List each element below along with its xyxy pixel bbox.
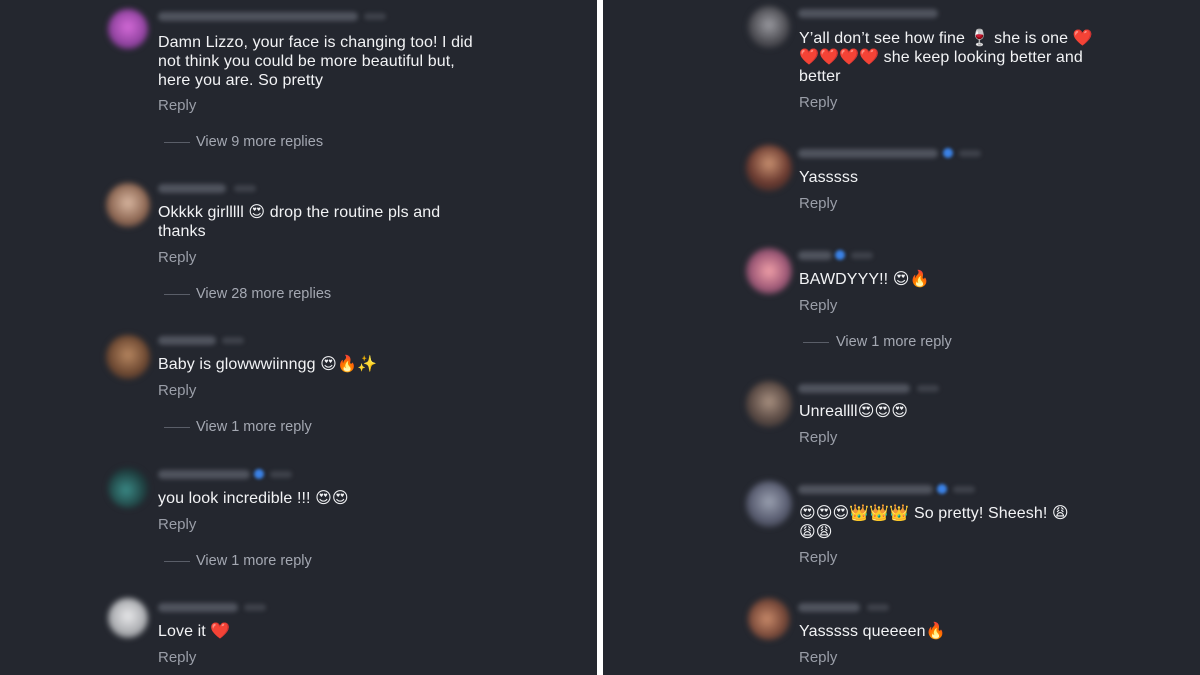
avatar[interactable] — [108, 9, 148, 49]
comment-text: Love it ❤️ — [158, 623, 231, 640]
comment-text: Damn Lizzo, your face is changing too! I… — [158, 34, 473, 89]
username[interactable] — [798, 485, 933, 494]
avatar[interactable] — [108, 468, 148, 508]
comment-text: Baby is glowwwiinngg 😍🔥✨ — [158, 356, 378, 373]
replies-divider — [803, 342, 829, 343]
timestamp — [851, 252, 873, 259]
timestamp — [222, 337, 244, 344]
username[interactable] — [158, 336, 216, 345]
reply-button[interactable]: Reply — [799, 649, 837, 667]
comment-text: Okkkk girlllll 😍 drop the routine pls an… — [158, 204, 441, 240]
avatar[interactable] — [106, 335, 150, 379]
username[interactable] — [798, 384, 910, 393]
reply-button[interactable]: Reply — [799, 549, 837, 567]
username[interactable] — [158, 603, 238, 612]
username[interactable] — [798, 149, 938, 158]
avatar[interactable] — [106, 183, 150, 227]
timestamp — [917, 385, 939, 392]
reply-button[interactable]: Reply — [799, 94, 837, 112]
verified-badge-icon — [254, 469, 264, 479]
view-more-replies-button[interactable]: View 1 more reply — [196, 552, 312, 570]
timestamp — [270, 471, 292, 478]
username[interactable] — [158, 12, 358, 21]
verified-badge-icon — [937, 484, 947, 494]
reply-button[interactable]: Reply — [799, 297, 837, 315]
comment-text: you look incredible !!! 😍😍 — [158, 490, 349, 507]
reply-button[interactable]: Reply — [799, 429, 837, 447]
reply-button[interactable]: Reply — [158, 249, 196, 267]
verified-badge-icon — [943, 148, 953, 158]
comment-text: Yasssss queeeen🔥 — [799, 623, 946, 640]
username[interactable] — [798, 9, 938, 18]
avatar[interactable] — [746, 481, 792, 527]
view-more-replies-button[interactable]: View 1 more reply — [196, 418, 312, 436]
view-more-replies-button[interactable]: View 1 more reply — [836, 333, 952, 351]
timestamp — [234, 185, 256, 192]
avatar[interactable] — [108, 598, 148, 638]
view-more-replies-button[interactable]: View 28 more replies — [196, 285, 331, 303]
avatar[interactable] — [748, 6, 790, 48]
comments-panel-right: Y’all don’t see how fine 🍷 she is one ❤️… — [603, 0, 1200, 675]
replies-divider — [164, 294, 190, 295]
username[interactable] — [158, 184, 226, 193]
timestamp — [953, 486, 975, 493]
comments-panel-left: Damn Lizzo, your face is changing too! I… — [0, 0, 597, 675]
timestamp — [959, 150, 981, 157]
username[interactable] — [798, 251, 832, 260]
comment-text: Unreallll😍😍😍 — [799, 403, 909, 420]
username[interactable] — [798, 603, 860, 612]
comment-text: Yasssss — [799, 169, 859, 186]
avatar[interactable] — [746, 248, 792, 294]
reply-button[interactable]: Reply — [158, 649, 196, 667]
replies-divider — [164, 142, 190, 143]
timestamp — [244, 604, 266, 611]
avatar[interactable] — [746, 381, 792, 427]
view-more-replies-button[interactable]: View 9 more replies — [196, 133, 323, 151]
comment-text: Y’all don’t see how fine 🍷 she is one ❤️… — [799, 30, 1093, 85]
comment-screenshots: Damn Lizzo, your face is changing too! I… — [0, 0, 1200, 675]
reply-button[interactable]: Reply — [158, 382, 196, 400]
reply-button[interactable]: Reply — [799, 195, 837, 213]
replies-divider — [164, 427, 190, 428]
reply-button[interactable]: Reply — [158, 516, 196, 534]
username[interactable] — [158, 470, 250, 479]
replies-divider — [164, 561, 190, 562]
verified-badge-icon — [835, 250, 845, 260]
comment-text: 😍😍😍👑👑👑 So pretty! Sheesh! 😩 😩😩 — [799, 505, 1069, 541]
timestamp — [364, 13, 386, 20]
comment-text: BAWDYYY!! 😍🔥 — [799, 271, 930, 288]
reply-button[interactable]: Reply — [158, 97, 196, 115]
avatar[interactable] — [746, 145, 792, 191]
timestamp — [867, 604, 889, 611]
avatar[interactable] — [748, 598, 790, 640]
